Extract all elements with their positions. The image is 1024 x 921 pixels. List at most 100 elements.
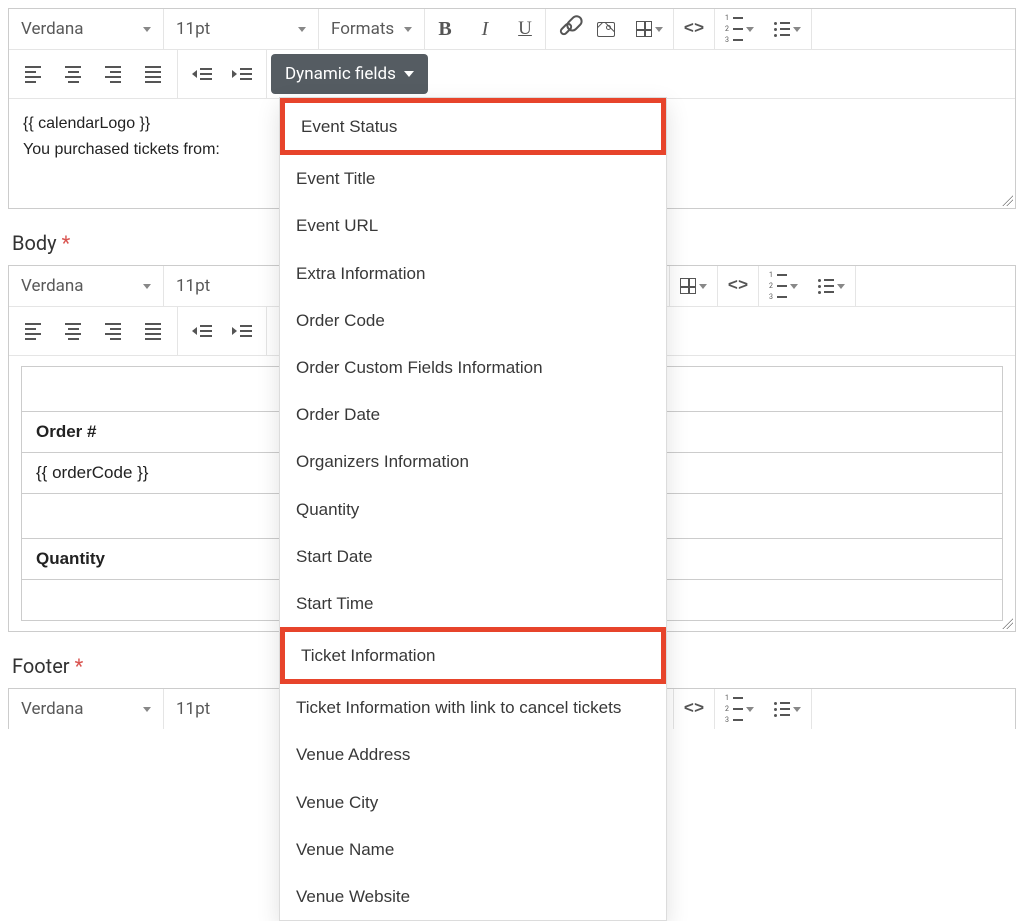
chevron-down-icon	[655, 27, 663, 32]
dropdown-item-event-url[interactable]: Event URL	[280, 202, 666, 249]
code-group: <>	[674, 9, 715, 49]
image-button[interactable]	[586, 9, 626, 49]
code-button[interactable]: <>	[674, 9, 714, 49]
numbered-list-icon: 123	[725, 14, 743, 44]
align-center-icon	[65, 323, 81, 340]
dropdown-item-quantity[interactable]: Quantity	[280, 486, 666, 533]
code-group: <>	[718, 266, 759, 306]
resize-grip[interactable]	[1001, 194, 1013, 206]
dropdown-item-start-date[interactable]: Start Date	[280, 533, 666, 580]
dynamic-fields-wrapper: Dynamic fields	[267, 50, 432, 98]
underline-button[interactable]: U	[505, 9, 545, 49]
chevron-down-icon	[837, 284, 845, 289]
chevron-down-icon	[793, 27, 801, 32]
table-button[interactable]	[626, 9, 673, 49]
resize-grip[interactable]	[1001, 617, 1013, 629]
align-center-icon	[65, 66, 81, 83]
dropdown-item-ticket-info[interactable]: Ticket Information	[280, 627, 666, 684]
header-toolbar-row1: Verdana 11pt Formats B I U <> 123	[9, 9, 1015, 50]
numbered-list-icon: 123	[769, 271, 787, 301]
align-left-icon	[25, 66, 41, 83]
code-icon: <>	[684, 700, 704, 719]
dynamic-fields-button[interactable]: Dynamic fields	[271, 54, 428, 94]
font-select-label: Verdana	[21, 19, 84, 39]
bullet-list-button[interactable]	[764, 9, 811, 49]
bullet-list-icon	[774, 22, 790, 37]
bullet-list-icon	[774, 702, 790, 717]
outdent-icon	[192, 68, 212, 80]
dropdown-item-order-date[interactable]: Order Date	[280, 391, 666, 438]
numbered-list-button[interactable]: 123	[759, 266, 808, 306]
dropdown-item-extra-info[interactable]: Extra Information	[280, 250, 666, 297]
bullet-list-button[interactable]	[808, 266, 855, 306]
bullet-list-button[interactable]	[764, 689, 811, 729]
outdent-button[interactable]	[182, 311, 222, 351]
chevron-down-icon	[404, 27, 412, 32]
numbered-list-button[interactable]: 123	[715, 689, 764, 729]
chevron-down-icon	[143, 27, 151, 32]
bullet-list-icon	[818, 279, 834, 294]
text-style-group: B I U	[425, 9, 546, 49]
code-button[interactable]: <>	[718, 266, 758, 306]
chevron-down-icon	[143, 707, 151, 712]
dropdown-item-event-title[interactable]: Event Title	[280, 155, 666, 202]
numbered-list-icon: 123	[725, 694, 743, 724]
indent-button[interactable]	[222, 311, 262, 351]
chevron-down-icon	[790, 284, 798, 289]
dynamic-fields-dropdown: Event Status Event Title Event URL Extra…	[279, 97, 667, 921]
code-icon: <>	[728, 277, 748, 296]
indent-button[interactable]	[222, 54, 262, 94]
font-select[interactable]: Verdana	[9, 9, 164, 49]
align-left-icon	[25, 323, 41, 340]
image-icon	[597, 22, 615, 37]
align-justify-icon	[145, 66, 161, 83]
align-left-button[interactable]	[13, 311, 53, 351]
align-justify-button[interactable]	[133, 54, 173, 94]
fontsize-select[interactable]: 11pt	[164, 9, 319, 49]
align-center-button[interactable]	[53, 54, 93, 94]
table-button[interactable]	[670, 266, 717, 306]
font-select[interactable]: Verdana	[9, 266, 164, 306]
insert-group	[546, 9, 674, 49]
dropdown-item-event-status[interactable]: Event Status	[280, 98, 666, 155]
align-right-button[interactable]	[93, 54, 133, 94]
dynamic-fields-button-label: Dynamic fields	[285, 64, 396, 84]
align-group	[9, 307, 178, 355]
dropdown-item-venue-website[interactable]: Venue Website	[280, 873, 666, 920]
dropdown-item-venue-address[interactable]: Venue Address	[280, 731, 666, 778]
code-button[interactable]: <>	[674, 689, 714, 729]
indent-icon	[232, 325, 252, 337]
table-icon	[680, 278, 696, 294]
dropdown-item-venue-city[interactable]: Venue City	[280, 779, 666, 826]
italic-button[interactable]: I	[465, 9, 505, 49]
dropdown-item-ticket-info-cancel[interactable]: Ticket Information with link to cancel t…	[280, 684, 666, 731]
indent-group	[178, 307, 267, 355]
formats-select-label: Formats	[331, 19, 394, 39]
dropdown-item-start-time[interactable]: Start Time	[280, 580, 666, 627]
body-label-text: Body	[12, 231, 57, 255]
dropdown-item-order-code[interactable]: Order Code	[280, 297, 666, 344]
font-select-label: Verdana	[21, 699, 84, 719]
outdent-icon	[192, 325, 212, 337]
chevron-down-icon	[746, 27, 754, 32]
formats-select[interactable]: Formats	[319, 9, 425, 49]
align-center-button[interactable]	[53, 311, 93, 351]
align-right-button[interactable]	[93, 311, 133, 351]
font-select[interactable]: Verdana	[9, 689, 164, 729]
header-content[interactable]: {{ calendarLogo }} You purchased tickets…	[9, 98, 1015, 208]
table-icon	[636, 21, 652, 37]
header-editor: Verdana 11pt Formats B I U <> 123	[8, 8, 1016, 209]
fontsize-select-label: 11pt	[176, 19, 210, 39]
chevron-down-icon	[404, 71, 414, 77]
align-justify-button[interactable]	[133, 311, 173, 351]
link-button[interactable]	[546, 9, 586, 49]
outdent-button[interactable]	[182, 54, 222, 94]
code-group: <>	[674, 689, 715, 729]
numbered-list-button[interactable]: 123	[715, 9, 764, 49]
dropdown-item-venue-name[interactable]: Venue Name	[280, 826, 666, 873]
bold-button[interactable]: B	[425, 9, 465, 49]
dropdown-item-organizers-info[interactable]: Organizers Information	[280, 438, 666, 485]
dropdown-item-order-custom-fields[interactable]: Order Custom Fields Information	[280, 344, 666, 391]
align-right-icon	[105, 323, 121, 340]
align-left-button[interactable]	[13, 54, 53, 94]
